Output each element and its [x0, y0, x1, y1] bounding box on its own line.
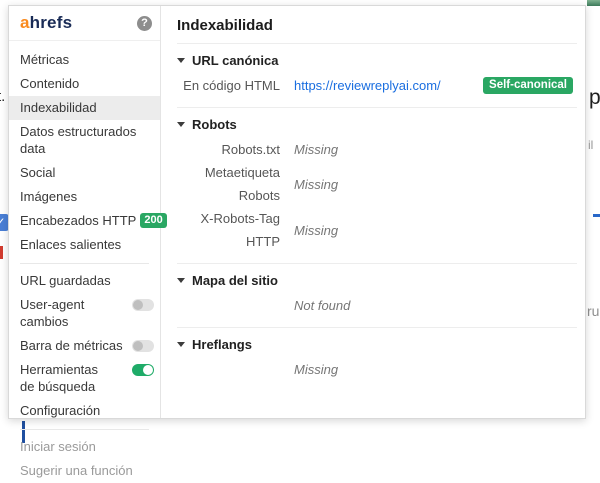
toggle-knob [133, 300, 143, 310]
row-value: Missing [294, 142, 339, 157]
sidebar: ahrefs ? Métricas Contenido Indexabilida… [9, 6, 167, 478]
row-value: Missing [294, 176, 339, 192]
meta-robots-row: Metaetiqueta Robots Missing [177, 161, 573, 207]
sidebar-item-label: Métricas [20, 52, 70, 67]
sidebar-item-indexabilidad[interactable]: Indexabilidad [9, 96, 160, 120]
section-title: Hreflangs [192, 337, 252, 352]
canonical-url-link[interactable]: https://reviewreplyai.com/ [294, 74, 441, 97]
help-icon[interactable]: ? [137, 15, 152, 31]
row-label: Metaetiqueta Robots [204, 165, 280, 203]
sidebar-item-user-agent-cambios[interactable]: User-agent cambios [9, 293, 160, 334]
toggle-knob [143, 365, 153, 375]
page-title: Indexabilidad [177, 17, 273, 34]
sidebar-item-imagenes[interactable]: Imágenes [9, 185, 160, 209]
chevron-down-icon [177, 58, 185, 63]
row-value: Missing [294, 222, 339, 238]
search-tools-toggle[interactable] [132, 364, 154, 376]
section-title: Robots [192, 117, 237, 132]
sidebar-item-label: Enlaces salientes [20, 237, 122, 252]
sitemap-value: Not found [294, 298, 351, 313]
background-text-fragment: p [589, 86, 600, 109]
section-title: URL canónica [192, 53, 279, 68]
self-canonical-badge: Self-canonical [483, 77, 573, 94]
sidebar-item-label: Imágenes [20, 189, 78, 204]
user-agent-toggle[interactable] [132, 299, 154, 311]
background-text-fragment: ru [587, 303, 600, 319]
background-text-fragment: t. [0, 88, 6, 105]
sidebar-item-metricas[interactable]: Métricas [9, 48, 160, 72]
sidebar-item-label: Datos estructurados data [20, 124, 137, 156]
sidebar-header: ahrefs ? [9, 6, 160, 41]
section-mapa-del-sitio: Mapa del sitio Not found [161, 264, 585, 327]
sidebar-item-datos-estructurados[interactable]: Datos estructurados data [9, 120, 160, 161]
chevron-down-icon [177, 278, 185, 283]
row-label: En código HTML [183, 78, 280, 93]
metrics-bar-toggle[interactable] [132, 340, 154, 352]
canonical-row: En código HTML https://reviewreplyai.com… [177, 74, 573, 97]
section-header-robots[interactable]: Robots [177, 117, 573, 132]
chevron-down-icon [177, 342, 185, 347]
sidebar-item-label: User-agent cambios [20, 297, 85, 329]
section-robots: Robots Robots.txt Missing Metaetiqueta R… [161, 108, 585, 263]
main-panel: Indexabilidad URL canónica En código HTM… [161, 6, 585, 418]
sidebar-item-label: Indexabilidad [20, 100, 97, 115]
section-url-canonica: URL canónica En código HTML https://revi… [161, 44, 585, 107]
sidebar-item-herramientas-de-busqueda[interactable]: Herramientas de búsqueda [9, 358, 160, 399]
sidebar-item-label: Herramientas de búsqueda [20, 362, 99, 394]
sidebar-item-configuracion[interactable]: Configuración [9, 399, 160, 423]
sidebar-item-enlaces-salientes[interactable]: Enlaces salientes [9, 233, 160, 257]
background-blue-line [593, 214, 600, 217]
sidebar-item-social[interactable]: Social [9, 161, 160, 185]
sidebar-item-label: Encabezados HTTP [20, 213, 137, 228]
robots-txt-row: Robots.txt Missing [177, 138, 573, 161]
background-red-fragment [0, 246, 3, 259]
section-header-url-canonica[interactable]: URL canónica [177, 53, 573, 68]
sign-in-link[interactable]: Iniciar sesión [9, 435, 160, 459]
sidebar-divider [20, 263, 149, 264]
section-hreflangs: Hreflangs Missing [161, 328, 585, 391]
sidebar-nav: Métricas Contenido Indexabilidad Datos e… [9, 41, 167, 483]
sidebar-divider [20, 429, 149, 430]
sidebar-item-barra-de-metricas[interactable]: Barra de métricas [9, 334, 160, 358]
sidebar-item-label: URL guardadas [20, 273, 111, 288]
sidebar-item-label: Configuración [20, 403, 101, 418]
sidebar-item-encabezados-http[interactable]: Encabezados HTTP 200 [9, 209, 167, 233]
ahrefs-extension-popup: ahrefs ? Métricas Contenido Indexabilida… [8, 5, 586, 478]
sidebar-item-label: Barra de métricas [20, 338, 123, 353]
section-title: Mapa del sitio [192, 273, 278, 288]
logo-rest: hrefs [29, 13, 73, 32]
sidebar-item-label: Contenido [20, 76, 80, 91]
chevron-down-icon [177, 122, 185, 127]
x-robots-tag-row: X-Robots-Tag HTTP Missing [177, 207, 573, 253]
section-header-mapa-del-sitio[interactable]: Mapa del sitio [177, 273, 573, 288]
logo-letter-a: a [20, 13, 30, 32]
toggle-knob [133, 341, 143, 351]
background-green-bar [587, 0, 600, 6]
suggest-feature-link[interactable]: Sugerir una función [9, 459, 160, 483]
sidebar-item-label: Social [20, 165, 56, 180]
ahrefs-logo[interactable]: ahrefs [20, 13, 72, 33]
sidebar-item-url-guardadas[interactable]: URL guardadas [9, 269, 160, 293]
row-label: X-Robots-Tag HTTP [200, 211, 280, 249]
row-label: Robots.txt [221, 142, 280, 157]
section-header-hreflangs[interactable]: Hreflangs [177, 337, 573, 352]
sidebar-item-contenido[interactable]: Contenido [9, 72, 160, 96]
hreflangs-value: Missing [294, 362, 339, 377]
background-text-fragment: il [588, 138, 594, 152]
